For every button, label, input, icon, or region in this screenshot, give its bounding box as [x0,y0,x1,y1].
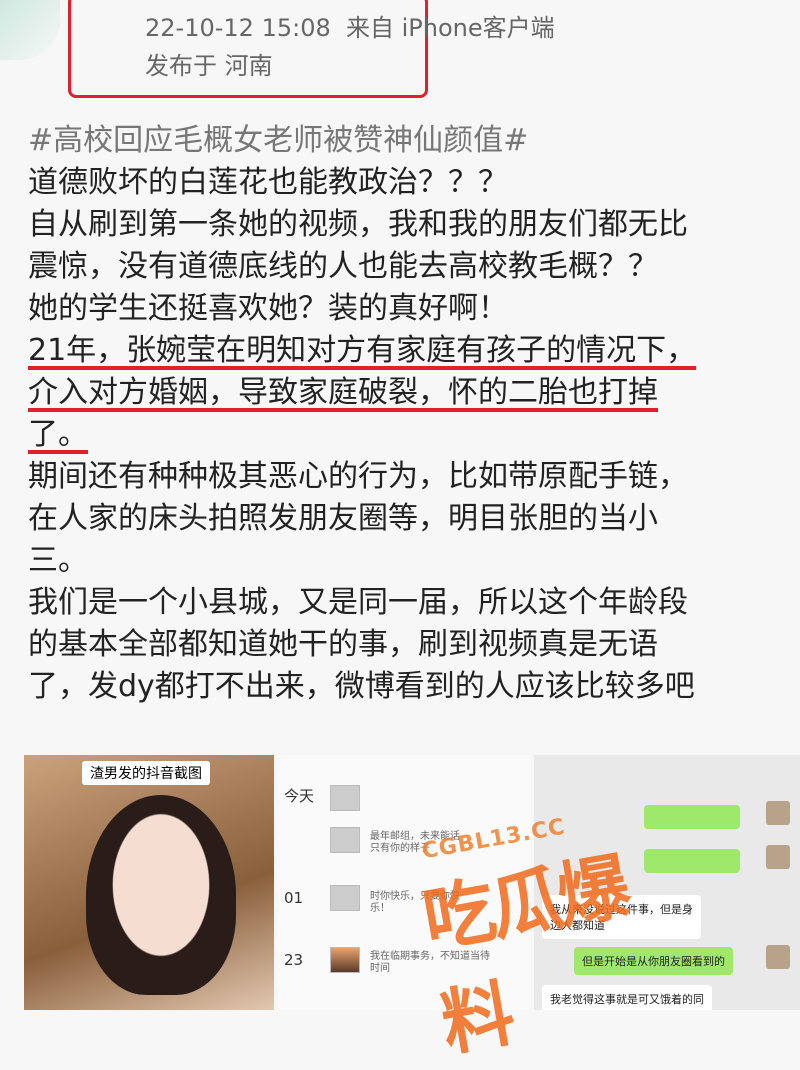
post-line: 了，发dy都打不出来，微博看到的人应该比较多吧 [28,669,695,704]
post-line-underlined: 21年，张婉莹在明知对方有家庭有孩子的情况下， [28,333,697,368]
moments-snippet: 时你快乐，只要你快 乐！ [370,891,460,914]
post-line: 她的学生还挺喜欢她？装的真好啊！ [28,291,508,326]
post-meta-line: 22-10-12 15:08 来自 iPhone客户端 [145,8,555,43]
post-line: 在人家的床头拍照发朋友圈等，明目张胆的当小 [28,501,658,536]
chat-bubble-text: 我从来没说过这件事，但是身 边人都知道 [542,895,701,939]
post-location: 发布于 河南 [145,52,273,80]
chat-avatar [766,845,790,869]
chat-avatar [766,801,790,825]
post-line-underlined: 介入对方婚姻，导致家庭破裂，怀的二胎也打掉 [28,375,658,410]
post-image-chat-screenshot[interactable]: 我从来没说过这件事，但是身 边人都知道 但是开始是从你朋友圈看到的 我老觉得这事… [534,755,800,1010]
chat-bubble [644,805,740,829]
post-image-row: 渣男发的抖音截图 今天 最年邮组，未来能话 只有你的样子 01 时你快乐，只要你… [0,755,800,1010]
post-hashtag[interactable]: #高校回应毛概女老师被赞神仙颜值# [28,120,788,162]
moments-thumbnail [330,947,360,973]
moments-snippet: 最年邮组，未来能话 只有你的样子 [370,831,460,854]
post-source: 来自 iPhone客户端 [346,14,555,42]
decorative-corner [0,0,60,60]
post-line: 的基本全部都知道她干的事，刷到视频真是无语 [28,627,658,662]
moments-thumbnail [330,827,360,853]
moments-today-label: 今天 [284,787,315,805]
moments-thumbnail [330,885,360,911]
chat-bubble-text: 我老觉得这事就是可又饿着的同 [542,985,712,1010]
post-image-moments-screenshot[interactable]: 今天 最年邮组，未来能话 只有你的样子 01 时你快乐，只要你快 乐！ 23 我… [278,755,530,1010]
post-body: #高校回应毛概女老师被赞神仙颜值# 道德败坏的白莲花也能教政治？？？ 自从刷到第… [28,120,788,708]
moments-snippet: 我在临期事务，不知道当待 时间 [370,951,490,974]
post-image-douyin-screenshot[interactable]: 渣男发的抖音截图 [24,755,274,1010]
post-timestamp: 22-10-12 15:08 [145,14,331,42]
post-line: 我们是一个小县城，又是同一届，所以这个年龄段 [28,585,688,620]
chat-avatar [766,945,790,969]
image-caption: 渣男发的抖音截图 [82,761,210,785]
post-line: 三。 [28,543,88,578]
post-line: 期间还有种种极其恶心的行为，比如带原配手链， [28,459,688,494]
post-line: 震惊，没有道德底线的人也能去高校教毛概？？ [28,249,658,284]
moments-thumbnail [330,785,360,811]
post-line: 自从刷到第一条她的视频，我和我的朋友们都无比 [28,207,688,242]
chat-bubble-text: 但是开始是从你朋友圈看到的 [574,947,733,975]
moments-date: 01 [284,889,304,907]
post-line: 了。 [28,414,788,456]
post-line-underlined: 了。 [28,417,88,452]
portrait-photo [86,795,236,995]
chat-bubble [644,849,740,873]
moments-date: 23 [284,951,304,969]
post-line: 道德败坏的白莲花也能教政治？？？ [28,165,508,200]
